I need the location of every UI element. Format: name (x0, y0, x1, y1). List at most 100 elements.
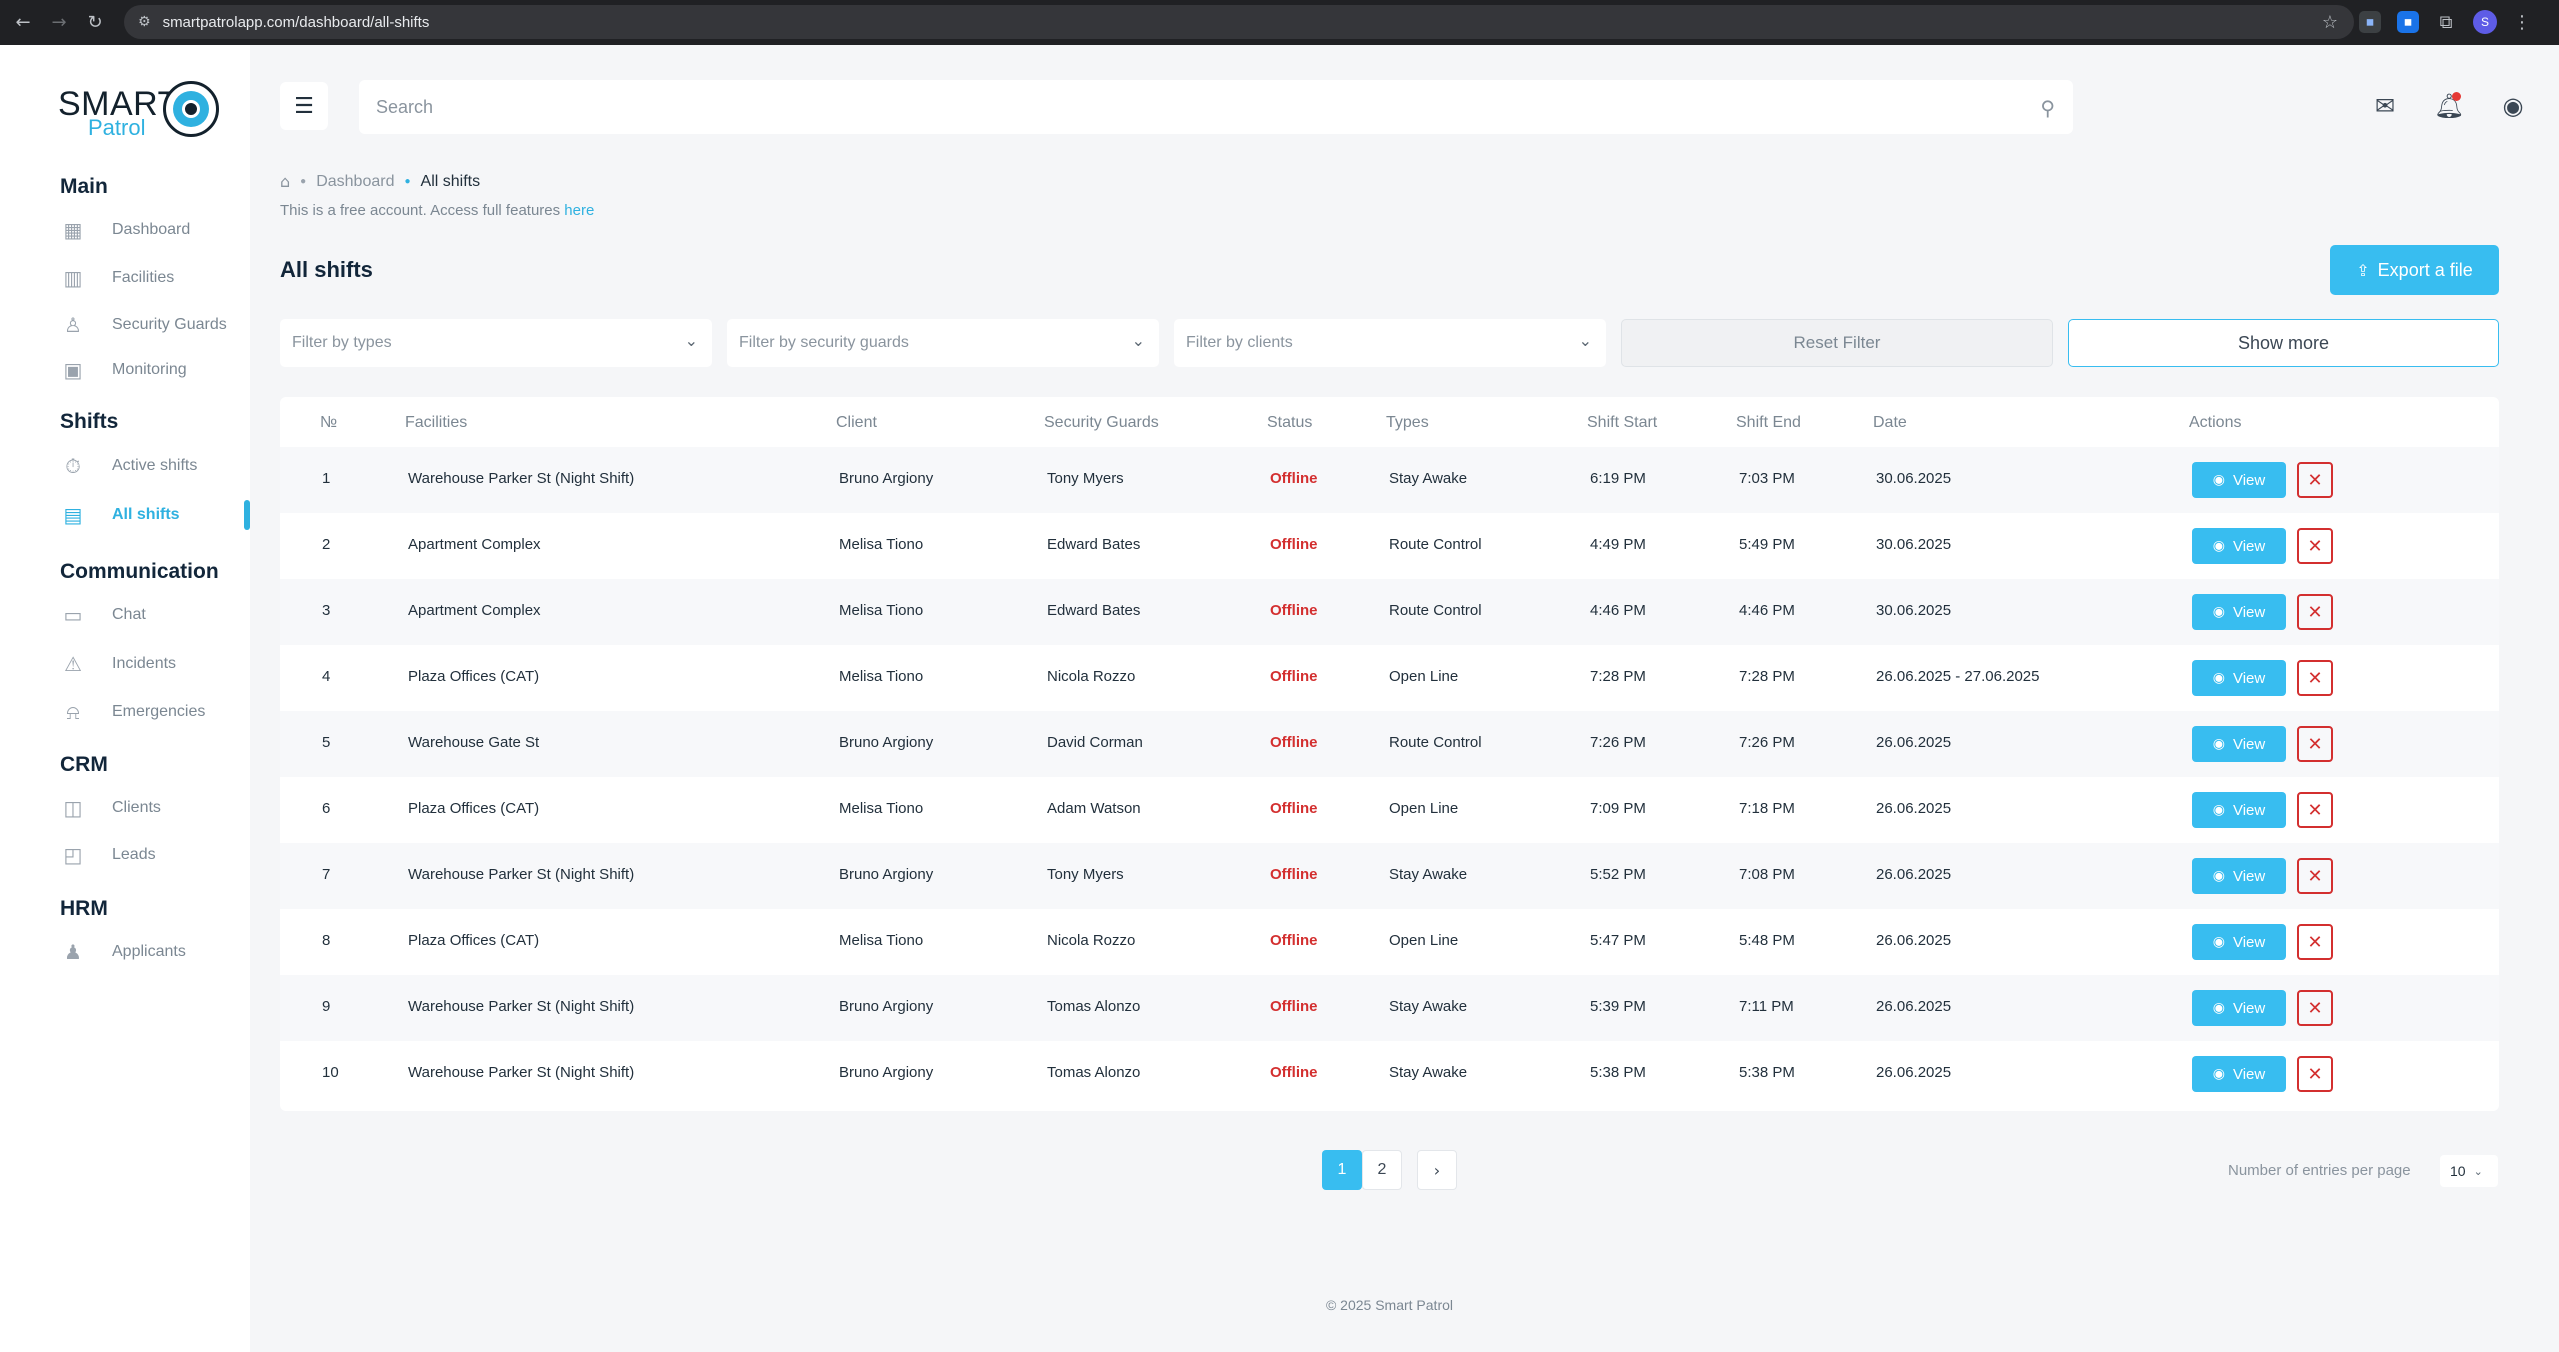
sidebar-item-chat[interactable]: ▭ Chat (60, 600, 250, 630)
delete-button[interactable]: ✕ (2297, 462, 2333, 498)
view-button-label: View (2232, 933, 2266, 951)
free-account-text: This is a free account. Access full feat… (280, 202, 565, 219)
user-profile-icon[interactable]: ◉ (2497, 90, 2529, 122)
cell-facility: Warehouse Gate St (408, 734, 540, 751)
delete-button[interactable]: ✕ (2297, 1056, 2333, 1092)
pagination-page-2[interactable]: 2 (1362, 1150, 1402, 1190)
search-icon[interactable]: ⚲ (2040, 96, 2055, 120)
filter-types-select[interactable]: Filter by types ⌄ (280, 319, 712, 367)
view-button[interactable]: ◉ View (2192, 726, 2286, 762)
pagination-next-button[interactable]: › (1417, 1150, 1457, 1190)
delete-button[interactable]: ✕ (2297, 990, 2333, 1026)
address-bar[interactable]: ⚙ smartpatrolapp.com/dashboard/all-shift… (124, 5, 2354, 39)
sidebar-item-all-shifts[interactable]: ▤ All shifts (60, 500, 250, 530)
cell-shift-end: 4:46 PM (1739, 602, 1795, 619)
delete-button[interactable]: ✕ (2297, 594, 2333, 630)
sidebar-item-label: Security Guards (112, 316, 227, 333)
filter-guards-select[interactable]: Filter by security guards ⌄ (727, 319, 1159, 367)
translate-extension-icon[interactable]: ◼ (2397, 11, 2419, 33)
upgrade-link[interactable]: here (564, 202, 594, 219)
smart-patrol-logo[interactable]: SMART Patrol (58, 81, 220, 141)
delete-button[interactable]: ✕ (2297, 792, 2333, 828)
cell-shift-start: 5:39 PM (1590, 998, 1646, 1015)
forward-icon[interactable]: → (48, 12, 70, 33)
pagination-page-1[interactable]: 1 (1322, 1150, 1362, 1190)
view-button[interactable]: ◉ View (2192, 594, 2286, 630)
delete-button[interactable]: ✕ (2297, 924, 2333, 960)
breadcrumb-dashboard-link[interactable]: Dashboard (316, 173, 394, 191)
home-icon[interactable]: ⌂ (280, 172, 290, 191)
browser-menu-icon[interactable]: ⋮ (2513, 12, 2531, 33)
delete-button[interactable]: ✕ (2297, 660, 2333, 696)
cell-client: Melisa Tiono (839, 536, 924, 553)
reload-icon[interactable]: ↻ (84, 12, 106, 33)
cell-number: 3 (322, 602, 331, 619)
sidebar-section-communication: Communication (60, 560, 219, 583)
notifications-bell-icon[interactable]: 🔔︎ (2433, 90, 2465, 122)
messages-icon[interactable]: ✉ (2369, 90, 2401, 122)
view-button[interactable]: ◉ View (2192, 1056, 2286, 1092)
view-button[interactable]: ◉ View (2192, 660, 2286, 696)
eye-icon: ◉ (2212, 1066, 2225, 1082)
entries-per-page-select[interactable]: 10 ⌄ (2440, 1155, 2498, 1187)
view-button[interactable]: ◉ View (2192, 924, 2286, 960)
view-button-label: View (2232, 471, 2266, 489)
sidebar-item-label: Chat (112, 606, 146, 623)
sidebar-item-dashboard[interactable]: ▦ Dashboard (60, 215, 250, 245)
sidebar-item-leads[interactable]: ◰ Leads (60, 840, 250, 870)
extensions-puzzle-icon[interactable]: ⧉ (2435, 11, 2457, 33)
free-account-notice: This is a free account. Access full feat… (280, 202, 594, 219)
view-button-label: View (2232, 735, 2266, 753)
view-button[interactable]: ◉ View (2192, 990, 2286, 1026)
bookmark-star-icon[interactable]: ☆ (2322, 12, 2338, 33)
sidebar-item-applicants[interactable]: ♟ Applicants (60, 937, 250, 967)
column-header-client: Client (836, 414, 877, 431)
search-input[interactable] (376, 96, 1976, 118)
delete-button[interactable]: ✕ (2297, 528, 2333, 564)
reset-filter-button[interactable]: Reset Filter (1621, 319, 2053, 367)
cell-security-guard: Edward Bates (1047, 536, 1141, 553)
sidebar-item-label: Clients (112, 799, 161, 816)
view-button-label: View (2232, 669, 2266, 687)
view-button[interactable]: ◉ View (2192, 858, 2286, 894)
table-row: 2 Apartment Complex Melisa Tiono Edward Bat… (280, 513, 2499, 579)
sidebar-item-incidents[interactable]: ⚠ Incidents (60, 649, 250, 679)
sidebar-item-active-shifts[interactable]: ⏱ Active shifts (60, 451, 250, 481)
sidebar-item-monitoring[interactable]: ▣ Monitoring (60, 355, 250, 385)
cell-number: 8 (322, 932, 331, 949)
timer-icon: ⏱ (65, 454, 81, 478)
sidebar-item-clients[interactable]: ◫ Clients (60, 793, 250, 823)
delete-button[interactable]: ✕ (2297, 726, 2333, 762)
cell-status: Offline (1270, 668, 1318, 685)
eye-icon: ◉ (2212, 670, 2225, 686)
upload-cloud-icon: ⇪ (2356, 260, 2370, 280)
cell-security-guard: Edward Bates (1047, 602, 1141, 619)
cell-number: 1 (322, 470, 331, 487)
cell-facility: Warehouse Parker St (Night Shift) (408, 866, 635, 883)
table-row: 3 Apartment Complex Melisa Tiono Edward Bat… (280, 579, 2499, 645)
view-button[interactable]: ◉ View (2192, 528, 2286, 564)
cell-facility: Plaza Offices (CAT) (408, 668, 540, 685)
sidebar-item-emergencies[interactable]: ⍾ Emergencies (60, 697, 250, 727)
view-button[interactable]: ◉ View (2192, 792, 2286, 828)
delete-button[interactable]: ✕ (2297, 858, 2333, 894)
browser-profile-avatar[interactable]: S (2473, 10, 2497, 34)
sidebar-section-main: Main (60, 175, 108, 198)
sidebar-item-security-guards[interactable]: ♙ Security Guards (60, 310, 250, 340)
view-button[interactable]: ◉ View (2192, 462, 2286, 498)
export-file-button[interactable]: ⇪ Export a file (2330, 245, 2499, 295)
search-bar: ⚲ (359, 80, 2073, 134)
cell-shift-end: 7:26 PM (1739, 734, 1795, 751)
cell-facility: Warehouse Parker St (Night Shift) (408, 470, 635, 487)
back-icon[interactable]: ← (12, 12, 34, 33)
table-row: 4 Plaza Offices (CAT) Melisa Tiono Nicola R… (280, 645, 2499, 711)
extension-icon[interactable]: ◼ (2359, 11, 2381, 33)
show-more-button[interactable]: Show more (2068, 319, 2499, 367)
menu-toggle-button[interactable]: ☰ (280, 82, 328, 130)
site-info-icon[interactable]: ⚙ (138, 14, 151, 30)
filter-clients-select[interactable]: Filter by clients ⌄ (1174, 319, 1606, 367)
cell-shift-end: 7:18 PM (1739, 800, 1795, 817)
sidebar-item-facilities[interactable]: ▥ Facilities (60, 263, 250, 293)
address-url: smartpatrolapp.com/dashboard/all-shifts (162, 13, 430, 31)
view-button-label: View (2232, 999, 2266, 1017)
